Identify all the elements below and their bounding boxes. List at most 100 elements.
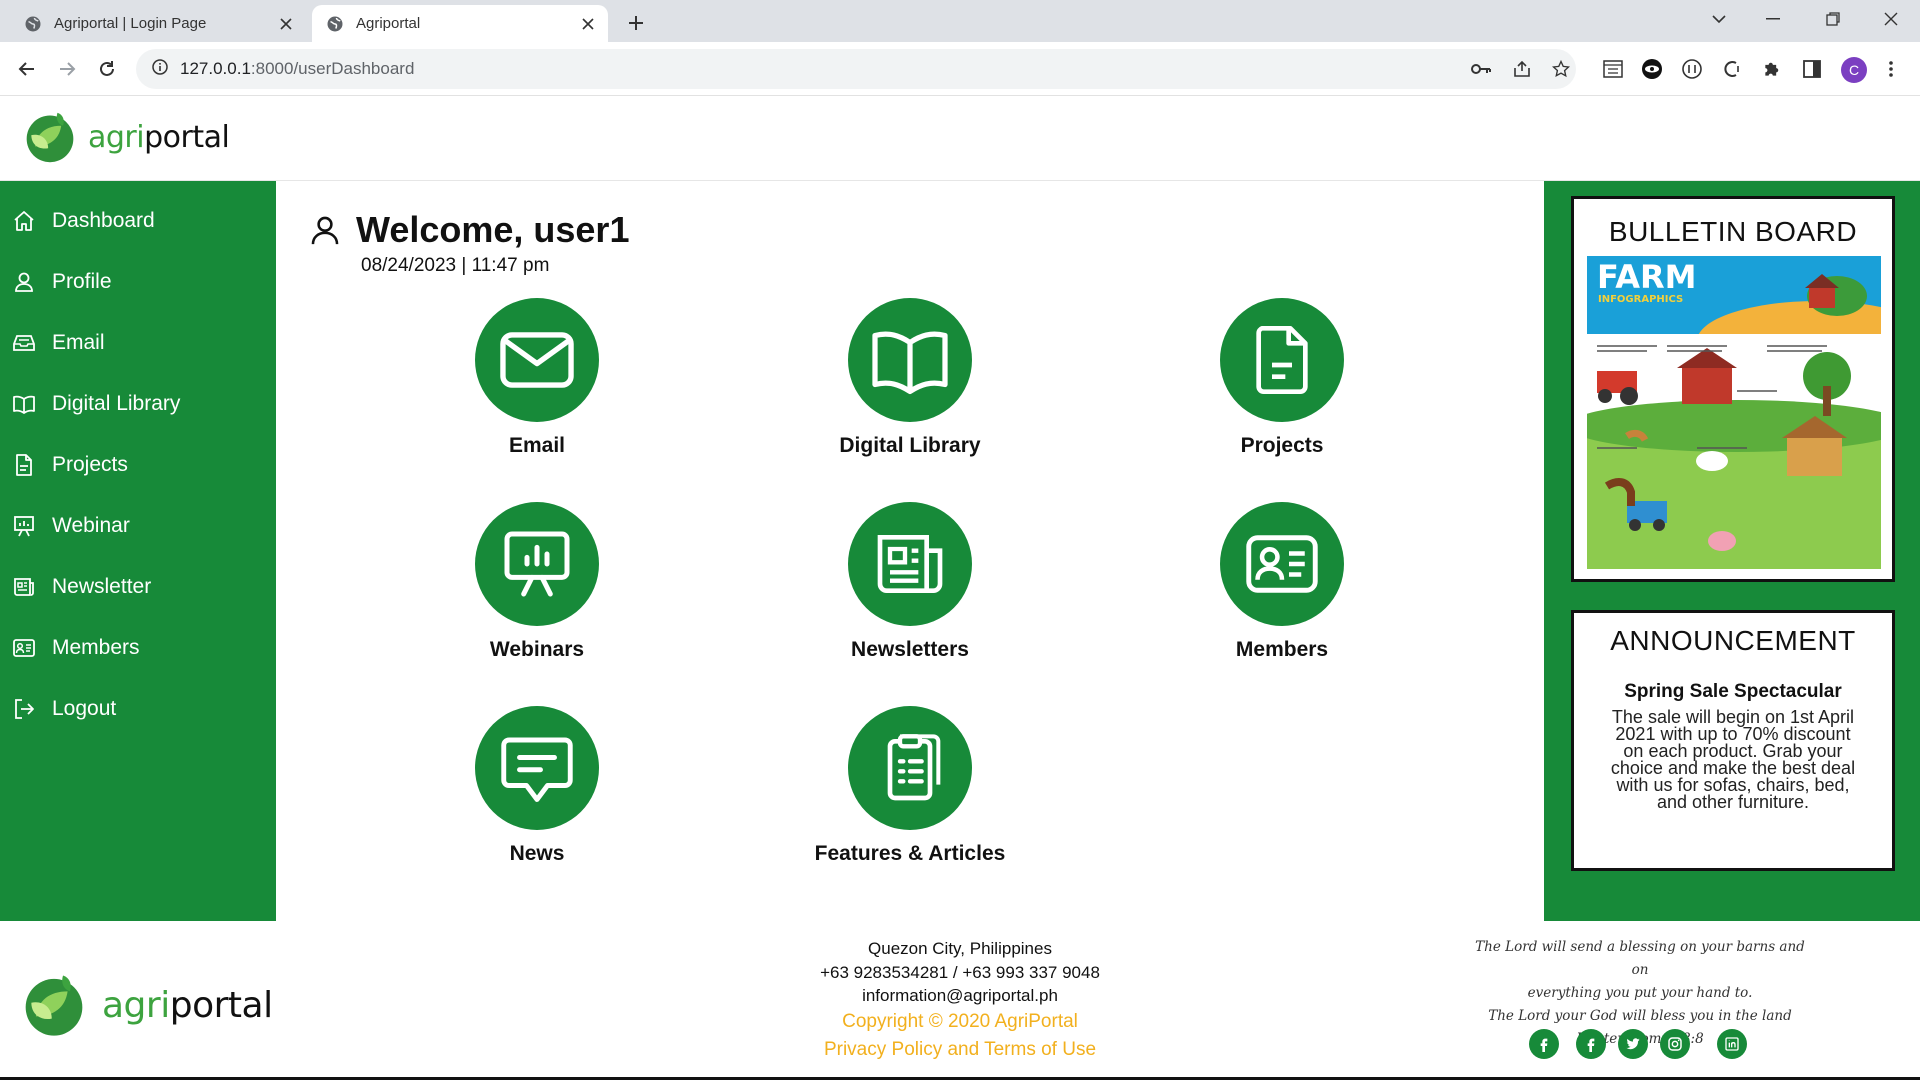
menu-kebab-icon[interactable] <box>1880 58 1902 80</box>
sidebar-item-digital-library[interactable]: Digital Library <box>0 379 276 429</box>
extension-c-icon[interactable] <box>1721 58 1743 80</box>
sidebar-item-label: Webinar <box>52 514 130 537</box>
verse-line: The Lord will send a blessing on your ba… <box>1475 939 1805 978</box>
verse-line: everything you put your hand to. <box>1527 985 1753 1001</box>
user-icon <box>308 213 342 247</box>
clipboard-icon[interactable] <box>848 706 972 830</box>
welcome-heading: Welcome, user1 <box>308 209 629 251</box>
welcome-text: Welcome, user1 <box>356 209 630 250</box>
extension-eye-icon[interactable] <box>1641 58 1663 80</box>
footer-contact: Quezon City, Philippines +63 9283534281 … <box>760 937 1160 1064</box>
tile-label: Members <box>1235 638 1329 661</box>
tile-newsletters[interactable]: Newsletters <box>790 502 1030 692</box>
sidebar-item-label: Newsletter <box>52 575 152 598</box>
right-panel: BULLETIN BOARD FARM INFOGRAPHICS ANNOUNC… <box>1544 181 1920 921</box>
close-icon[interactable] <box>578 14 598 34</box>
sidebar-item-profile[interactable]: Profile <box>0 257 276 307</box>
footer-phones: +63 9283534281 / +63 993 337 9048 <box>820 962 1100 982</box>
sidebar-item-label: Dashboard <box>52 209 155 232</box>
footer-address: Quezon City, Philippines <box>868 939 1052 958</box>
logo-wordmark: agriportal <box>102 984 273 1026</box>
site-footer: agriportal Quezon City, Philippines +63 … <box>0 921 1920 1080</box>
linkedin-icon[interactable] <box>1717 1029 1747 1059</box>
home-icon <box>10 207 38 235</box>
tile-webinars[interactable]: Webinars <box>417 502 657 692</box>
sidebar-item-members[interactable]: Members <box>0 623 276 673</box>
id-card-icon <box>10 634 38 662</box>
logo-wordmark: agriportal <box>88 119 230 155</box>
footer-logo[interactable]: agriportal <box>20 971 273 1039</box>
tile-label: Digital Library <box>839 434 981 457</box>
farm-infographic-image[interactable]: FARM INFOGRAPHICS <box>1587 256 1881 569</box>
url-text: 127.0.0.1:8000/userDashboard <box>180 59 415 78</box>
tile-features-articles[interactable]: Features & Articles <box>790 706 1030 896</box>
sidebar-item-label: Profile <box>52 270 112 293</box>
star-icon[interactable] <box>1550 58 1572 80</box>
side-panel-icon[interactable] <box>1801 58 1823 80</box>
tile-projects[interactable]: Projects <box>1162 298 1402 488</box>
globe-icon <box>24 15 42 33</box>
tile-digital-library[interactable]: Digital Library <box>790 298 1030 488</box>
browser-tabstrip: Agriportal | Login Page Agriportal <box>0 0 1920 42</box>
tile-label: Features & Articles <box>814 842 1006 865</box>
book-open-icon[interactable] <box>848 298 972 422</box>
extension-circle-icon[interactable] <box>1681 58 1703 80</box>
minimize-icon[interactable] <box>1748 0 1798 38</box>
verse-line: The Lord your God will bless you in the … <box>1488 1008 1792 1024</box>
extension-reader-icon[interactable] <box>1602 58 1624 80</box>
id-card-icon[interactable] <box>1220 502 1344 626</box>
tile-label: Email <box>508 434 566 457</box>
browser-tab-agriportal[interactable]: Agriportal <box>312 5 608 42</box>
new-tab-button[interactable] <box>622 9 650 37</box>
profile-avatar[interactable]: C <box>1841 57 1867 83</box>
sidebar-item-logout[interactable]: Logout <box>0 684 276 734</box>
envelope-icon[interactable] <box>475 298 599 422</box>
sidebar: Dashboard Profile Email Digital Library … <box>0 181 276 921</box>
address-bar[interactable]: 127.0.0.1:8000/userDashboard <box>136 49 1576 89</box>
tile-email[interactable]: Email <box>417 298 657 488</box>
tab-search-icon[interactable] <box>1694 0 1744 38</box>
user-icon <box>10 268 38 296</box>
tile-label: Webinars <box>489 638 585 661</box>
newspaper-icon <box>10 573 38 601</box>
extensions-puzzle-icon[interactable] <box>1761 58 1783 80</box>
sidebar-item-label: Logout <box>52 697 117 720</box>
sidebar-item-projects[interactable]: Projects <box>0 440 276 490</box>
sidebar-item-label: Email <box>52 331 105 354</box>
info-icon[interactable] <box>152 58 168 80</box>
sidebar-item-webinar[interactable]: Webinar <box>0 501 276 551</box>
sidebar-item-newsletter[interactable]: Newsletter <box>0 562 276 612</box>
instagram-icon[interactable] <box>1660 1029 1690 1059</box>
footer-email[interactable]: information@agriportal.ph <box>760 984 1160 1008</box>
document-icon[interactable] <box>1220 298 1344 422</box>
bulletin-title: BULLETIN BOARD <box>1608 216 1858 247</box>
key-icon[interactable] <box>1470 58 1492 80</box>
browser-tab-login[interactable]: Agriportal | Login Page <box>10 5 306 42</box>
sidebar-item-dashboard[interactable]: Dashboard <box>0 196 276 246</box>
chat-bubble-icon[interactable] <box>475 706 599 830</box>
sidebar-item-label: Projects <box>52 453 128 476</box>
announcement-title: ANNOUNCEMENT <box>1610 625 1856 656</box>
back-button[interactable] <box>13 55 41 83</box>
newspaper-icon[interactable] <box>848 502 972 626</box>
site-header: agriportal <box>0 97 1920 181</box>
forward-button[interactable] <box>53 55 81 83</box>
tile-news[interactable]: News <box>417 706 657 896</box>
restore-icon[interactable] <box>1808 0 1858 38</box>
twitter-icon[interactable] <box>1618 1029 1648 1059</box>
facebook-icon[interactable] <box>1529 1029 1559 1059</box>
presentation-icon[interactable] <box>475 502 599 626</box>
share-icon[interactable] <box>1511 58 1533 80</box>
sidebar-item-label: Digital Library <box>52 392 181 415</box>
tile-members[interactable]: Members <box>1162 502 1402 692</box>
reload-button[interactable] <box>93 55 121 83</box>
close-icon[interactable] <box>276 14 296 34</box>
main-content: Welcome, user1 08/24/2023 | 11:47 pm Ema… <box>276 181 1544 921</box>
tile-label: Newsletters <box>851 638 969 661</box>
inbox-icon <box>10 329 38 357</box>
site-logo[interactable]: agriportal <box>22 109 230 165</box>
sidebar-item-email[interactable]: Email <box>0 318 276 368</box>
close-window-icon[interactable] <box>1866 0 1916 38</box>
footer-policy-link[interactable]: Privacy Policy and Terms of Use <box>760 1036 1160 1064</box>
facebook-icon[interactable] <box>1576 1029 1606 1059</box>
